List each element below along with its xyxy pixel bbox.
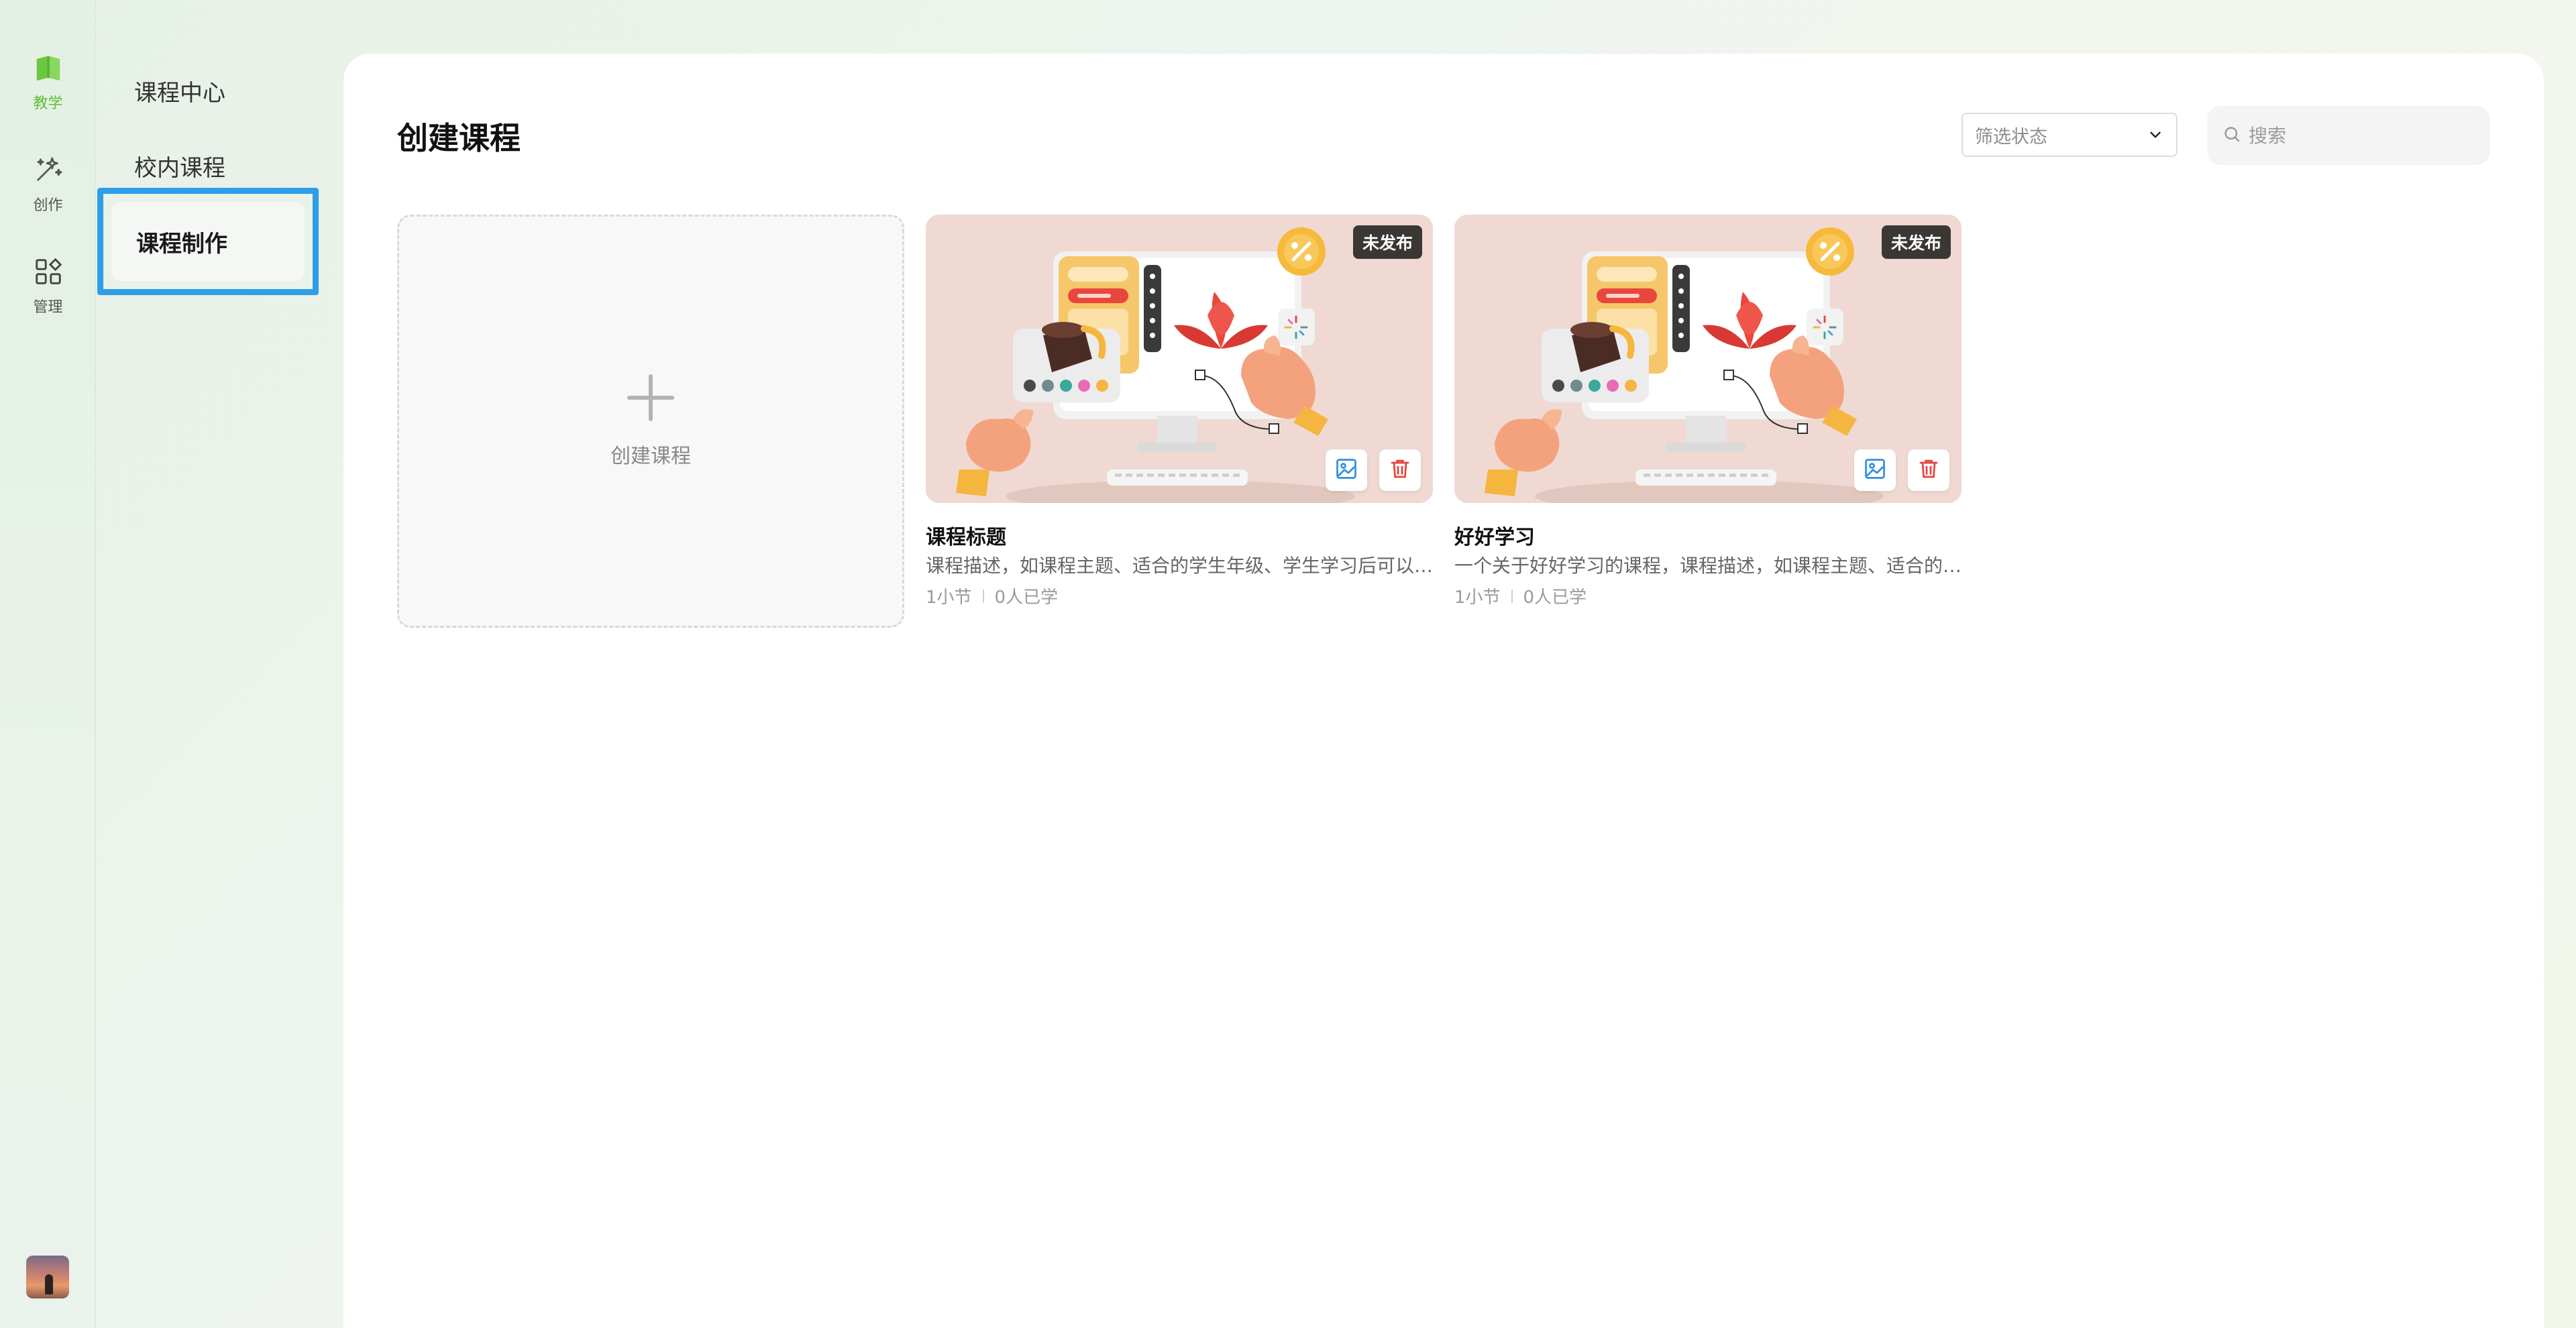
icon-rail: 教学 创作 管理 — [0, 0, 96, 1328]
rail-item-label: 教学 — [33, 95, 63, 112]
image-icon — [1334, 457, 1358, 484]
learner-count: 0人已学 — [1523, 588, 1587, 608]
course-meta: 1小节 0人已学 — [1454, 584, 1587, 608]
main-panel: 创建课程 筛选状态 创建课程 — [343, 54, 2544, 1328]
trash-icon — [1917, 457, 1941, 484]
plus-icon — [627, 374, 675, 422]
course-title: 课程标题 — [926, 526, 1006, 549]
meta-divider — [1511, 589, 1513, 603]
rail-item-label: 管理 — [33, 299, 63, 316]
filter-placeholder: 筛选状态 — [1975, 126, 2047, 148]
trash-icon — [1388, 457, 1412, 484]
course-thumbnail: 未发布 — [926, 215, 1433, 503]
course-meta: 1小节 0人已学 — [926, 584, 1058, 608]
image-icon — [1863, 457, 1887, 484]
rail-item-manage[interactable]: 管理 — [0, 250, 96, 323]
search-box[interactable] — [2207, 106, 2490, 165]
lesson-count: 1小节 — [1454, 588, 1501, 608]
create-course-card[interactable]: 创建课程 — [397, 215, 904, 628]
rail-item-teaching[interactable]: 教学 — [0, 46, 96, 119]
rail-item-label: 创作 — [33, 197, 63, 214]
subnav-item-course-production[interactable]: 课程制作 — [97, 188, 319, 295]
course-description: 一个关于好好学习的课程，课程描述，如课程主题、适合的… — [1454, 555, 1962, 577]
secondary-nav: 课程中心 校内课程 课程制作 — [97, 0, 339, 1328]
status-badge: 未发布 — [1352, 225, 1422, 259]
status-badge: 未发布 — [1881, 225, 1951, 259]
status-filter-select[interactable]: 筛选状态 — [1962, 113, 2178, 157]
change-cover-button[interactable] — [1326, 449, 1367, 491]
rail-item-create[interactable]: 创作 — [0, 148, 96, 221]
learner-count: 0人已学 — [994, 588, 1059, 608]
course-description: 课程描述，如课程主题、适合的学生年级、学生学习后可以… — [926, 555, 1433, 577]
chevron-down-icon — [2147, 126, 2164, 144]
course-thumbnail: 未发布 — [1454, 215, 1962, 503]
lesson-count: 1小节 — [926, 588, 972, 608]
search-input[interactable] — [2249, 124, 2477, 147]
magic-wand-icon — [33, 154, 64, 188]
subnav-item-label: 校内课程 — [134, 154, 225, 182]
apps-grid-icon — [33, 256, 64, 290]
delete-button[interactable] — [1908, 449, 1949, 491]
course-card[interactable]: 未发布 好好学习 一个关于好好学习的课程，课程描述，如课程主题、适合的… 1小节… — [1454, 215, 1962, 630]
subnav-item-label: 课程中心 — [134, 79, 225, 107]
book-icon — [33, 52, 64, 86]
create-course-label: 创建课程 — [610, 445, 691, 468]
avatar[interactable] — [26, 1256, 69, 1298]
meta-divider — [982, 589, 984, 603]
change-cover-button[interactable] — [1854, 449, 1896, 491]
course-card[interactable]: 未发布 课程标题 课程描述，如课程主题、适合的学生年级、学生学习后可以… 1小节… — [926, 215, 1433, 630]
search-icon — [2222, 124, 2249, 147]
course-title: 好好学习 — [1454, 526, 1535, 549]
subnav-item-course-center[interactable]: 课程中心 — [134, 54, 329, 127]
page-title: 创建课程 — [397, 120, 521, 156]
delete-button[interactable] — [1379, 449, 1421, 491]
subnav-item-label: 课程制作 — [111, 202, 305, 281]
